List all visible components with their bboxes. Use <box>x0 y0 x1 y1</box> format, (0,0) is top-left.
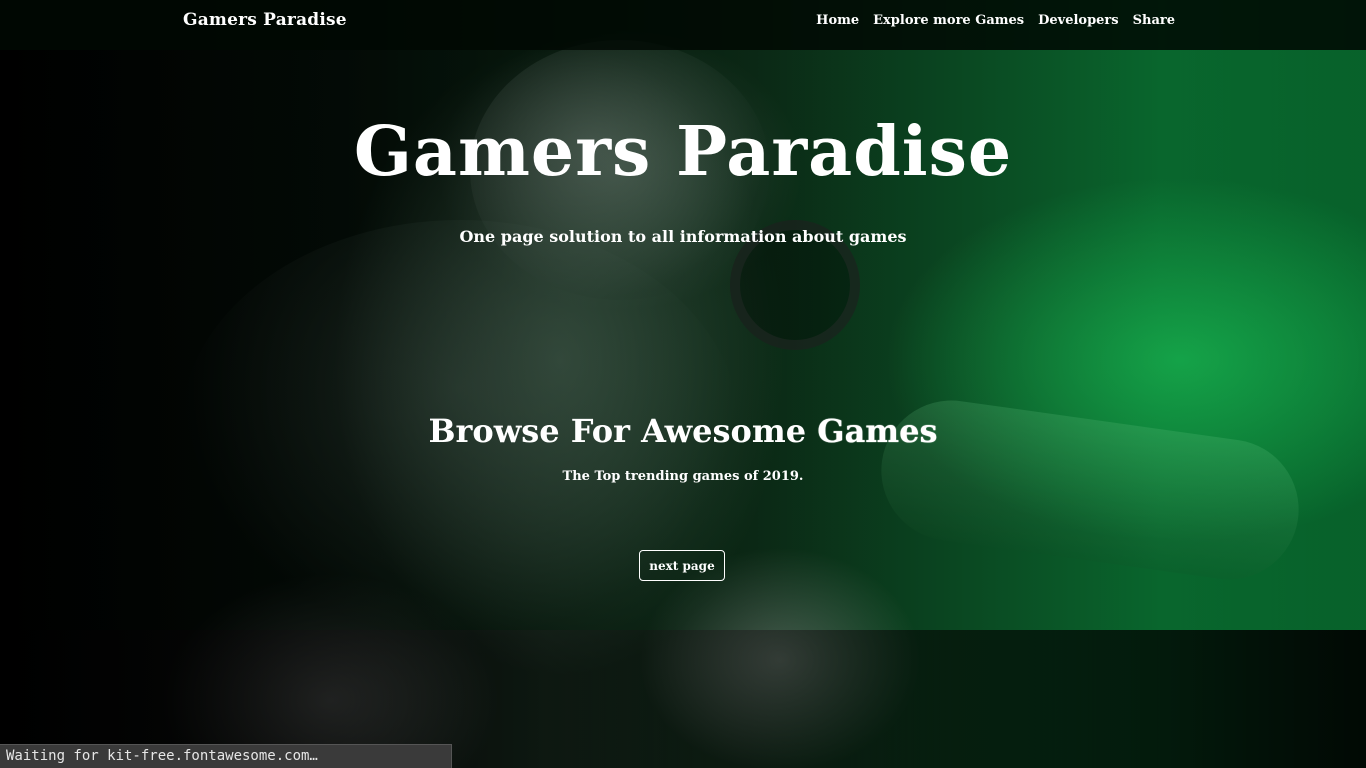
navbar: Gamers Paradise Home Explore more Games … <box>0 0 1366 50</box>
hero-title: Gamers Paradise <box>353 112 1013 192</box>
section-title-prefix: Browse For Awesome <box>428 412 818 450</box>
nav-link-share[interactable]: Share <box>1133 13 1175 28</box>
nav-links: Home Explore more Games Developers Share <box>816 13 1175 28</box>
next-page-button[interactable]: next page <box>639 550 725 581</box>
browser-status-bar: Waiting for kit-free.fontawesome.com… <box>0 744 452 768</box>
nav-link-explore-more-games[interactable]: Explore more Games <box>873 13 1024 28</box>
section-title-emphasis: Games <box>817 412 938 450</box>
nav-link-developers[interactable]: Developers <box>1038 13 1119 28</box>
navbar-brand[interactable]: Gamers Paradise <box>183 10 347 30</box>
nav-link-home[interactable]: Home <box>816 13 859 28</box>
section-title: Browse For Awesome Games <box>0 412 1366 450</box>
section-subtitle: The Top trending games of 2019. <box>562 469 804 484</box>
hero-subtitle: One page solution to all information abo… <box>459 227 907 246</box>
